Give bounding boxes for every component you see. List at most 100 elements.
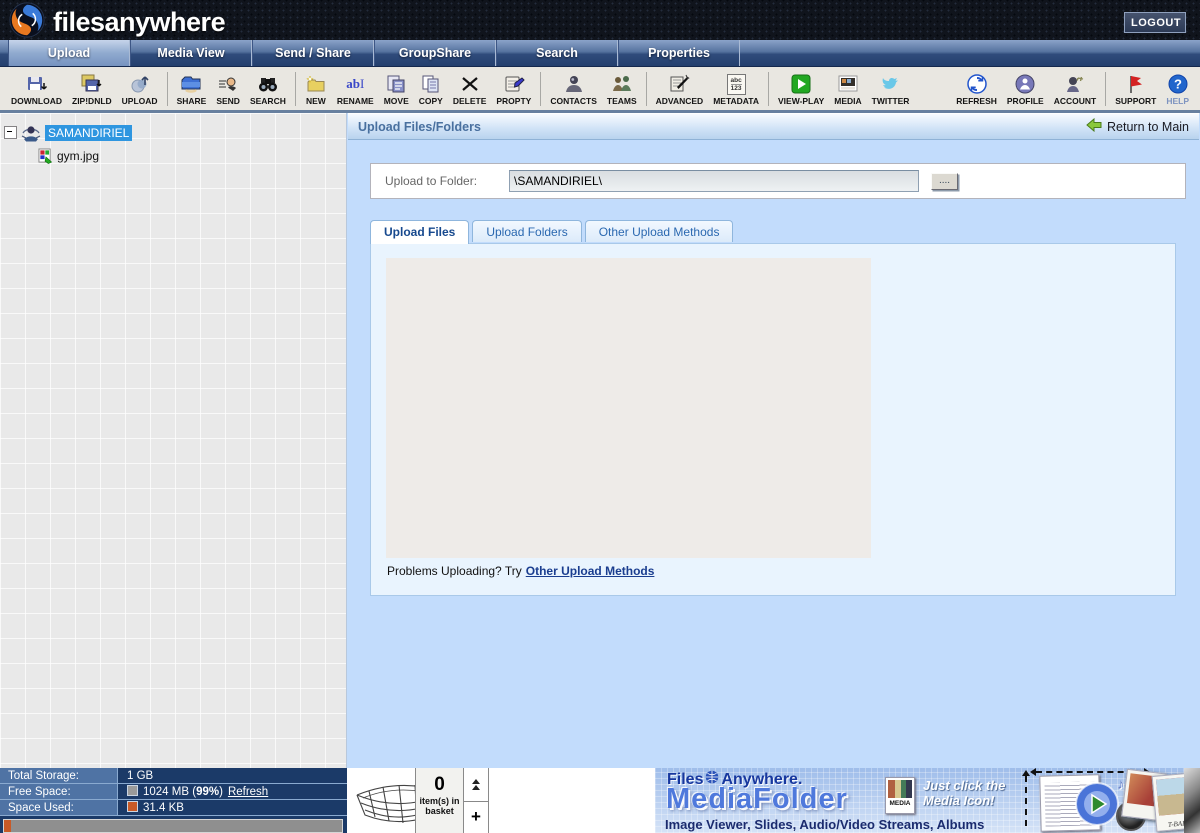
toolbar-button-refresh[interactable]: REFRESH: [951, 70, 1002, 107]
up-arrow-icon: [472, 785, 480, 790]
profile-icon: [1014, 71, 1036, 95]
storage-usage-bar: [3, 819, 343, 833]
storage-row-value: 31.4 KB: [118, 800, 347, 815]
flash-upload-area[interactable]: [386, 258, 871, 558]
toolbar-separator: [1105, 72, 1106, 106]
storage-summary-panel: Total Storage:1 GBFree Space:1024 MB (99…: [0, 768, 347, 833]
nav-tab-groupshare[interactable]: GroupShare: [374, 40, 496, 66]
tree-collapse-toggle[interactable]: [4, 126, 17, 139]
share-icon: [180, 71, 202, 95]
media-chip-label: MEDIA: [886, 800, 914, 807]
up-arrow-icon: [472, 779, 480, 784]
toolbar-button-twitter[interactable]: TWITTER: [867, 70, 915, 107]
storage-swatch-icon: [127, 785, 138, 796]
logo: filesanywhere: [8, 1, 225, 44]
move-icon: [385, 71, 407, 95]
toolbar-button-delete[interactable]: DELETE: [448, 70, 492, 107]
metadata-icon: abc123: [727, 71, 746, 95]
contacts-icon: [563, 71, 585, 95]
toolbar-button-move[interactable]: MOVE: [379, 70, 414, 107]
nav-tab-upload[interactable]: Upload: [8, 40, 130, 66]
tree-item-samandiriel[interactable]: SAMANDIRIEL: [4, 121, 346, 144]
tab-upload-files[interactable]: Upload Files: [370, 220, 469, 244]
svg-text:?: ?: [1174, 77, 1182, 92]
toolbar-button-label: TWITTER: [872, 96, 910, 106]
toolbar-button-search[interactable]: SEARCH: [245, 70, 291, 107]
toolbar-button-new[interactable]: NEW: [300, 70, 332, 107]
upload-to-folder-label: Upload to Folder:: [385, 174, 509, 188]
toolbar-button-label: SUPPORT: [1115, 96, 1156, 106]
toolbar-button-share[interactable]: SHARE: [172, 70, 212, 107]
banner-tagline: Image Viewer, Slides, Audio/Video Stream…: [665, 817, 984, 832]
toolbar-group: SUPPORT ?HELP: [1110, 70, 1194, 107]
browse-folder-button[interactable]: ....: [931, 173, 958, 190]
rename-icon: abI: [346, 71, 364, 95]
nav-tab-send-share[interactable]: Send / Share: [252, 40, 374, 66]
basket-scroll-up-button[interactable]: [464, 768, 488, 802]
toolbar-button-label: ACCOUNT: [1054, 96, 1097, 106]
delete-icon: [459, 71, 481, 95]
toolbar-button-label: ZIP!DNLD: [72, 96, 112, 106]
toolbar-button-advanced[interactable]: ADVANCED: [651, 70, 709, 107]
nav-tab-media-view[interactable]: Media View: [130, 40, 252, 66]
toolbar-button-account[interactable]: ACCOUNT: [1049, 70, 1102, 107]
tab-upload-folders[interactable]: Upload Folders: [472, 220, 581, 242]
main-nav: UploadMedia ViewSend / ShareGroupShareSe…: [0, 40, 1200, 67]
other-upload-methods-link[interactable]: Other Upload Methods: [526, 564, 655, 578]
toolbar-button-media[interactable]: MEDIA: [829, 70, 866, 107]
basket-label-line2: basket: [416, 806, 463, 816]
toolbar-separator: [768, 72, 769, 106]
refresh-icon: [966, 71, 988, 95]
app-header: filesanywhere LOGOUT: [0, 0, 1200, 40]
toolbar-button-label: MOVE: [384, 96, 409, 106]
toolbar-button-profile[interactable]: PROFILE: [1002, 70, 1049, 107]
tree-item-label: SAMANDIRIEL: [45, 125, 132, 141]
toolbar-button-support[interactable]: SUPPORT: [1110, 70, 1161, 107]
teams-icon: [611, 71, 633, 95]
toolbar-button-propty[interactable]: PROPTY: [491, 70, 536, 107]
basket-counter[interactable]: 0 item(s) in basket: [415, 768, 464, 833]
toolbar-button-contacts[interactable]: CONTACTS: [545, 70, 602, 107]
main-content: Upload Files/Folders Return to Main Uplo…: [347, 113, 1200, 768]
basket-add-button[interactable]: +: [464, 802, 488, 832]
toolbar-button-zip-dnld[interactable]: ZIP!DNLD: [67, 70, 117, 107]
nav-tab-properties[interactable]: Properties: [618, 40, 740, 66]
toolbar-button-download[interactable]: DOWNLOAD: [6, 70, 67, 107]
nav-tab-search[interactable]: Search: [496, 40, 618, 66]
toolbar-button-metadata[interactable]: abc123METADATA: [708, 70, 764, 107]
toolbar-group: ADVANCEDabc123METADATA: [651, 70, 764, 107]
logo-swirl-icon: [8, 1, 46, 44]
toolbar: DOWNLOAD ZIP!DNLD UPLOADSHARESENDSEARCH NEW…: [0, 67, 1200, 113]
banner-callout: Just click the Media Icon!: [923, 778, 1005, 808]
download-icon: [26, 71, 48, 95]
toolbar-button-send[interactable]: SEND: [211, 70, 245, 107]
toolbar-group: CONTACTS TEAMS: [545, 70, 641, 107]
toolbar-button-help[interactable]: ?HELP: [1161, 70, 1194, 107]
view-play-icon: [790, 71, 812, 95]
toolbar-button-label: RENAME: [337, 96, 374, 106]
toolbar-button-label: NEW: [306, 96, 326, 106]
upload-method-tabs: Upload FilesUpload FoldersOther Upload M…: [370, 220, 733, 242]
toolbar-button-view-play[interactable]: VIEW-PLAY: [773, 70, 829, 107]
refresh-storage-link[interactable]: Refresh: [228, 786, 268, 798]
support-icon: [1125, 71, 1147, 95]
banner-title: MediaFolder: [666, 783, 848, 816]
toolbar-button-teams[interactable]: TEAMS: [602, 70, 642, 107]
toolbar-button-copy[interactable]: COPY: [414, 70, 448, 107]
upload-files-panel: Problems Uploading? TryOther Upload Meth…: [370, 243, 1176, 596]
toolbar-separator: [646, 72, 647, 106]
toolbar-button-label: TEAMS: [607, 96, 637, 106]
basket-strip: 0 item(s) in basket + Files: [347, 768, 1200, 833]
toolbar-button-rename[interactable]: abIRENAME: [332, 70, 379, 107]
upload-folder-input[interactable]: [509, 170, 919, 192]
return-to-main-link[interactable]: Return to Main: [1086, 118, 1189, 135]
media-icon: [837, 71, 859, 95]
tab-other-upload-methods[interactable]: Other Upload Methods: [585, 220, 734, 242]
image-file-icon: [38, 148, 53, 164]
toolbar-button-upload[interactable]: UPLOAD: [117, 70, 163, 107]
tree-item-gym-jpg[interactable]: gym.jpg: [38, 144, 346, 167]
filesanywhere-app: filesanywhere LOGOUT UploadMedia ViewSen…: [0, 0, 1200, 833]
logout-button[interactable]: LOGOUT: [1124, 12, 1186, 33]
mediafolder-banner-ad[interactable]: Files Anywhere. MediaFolder Image Viewer…: [655, 768, 1200, 833]
help-icon: ?: [1167, 71, 1189, 95]
